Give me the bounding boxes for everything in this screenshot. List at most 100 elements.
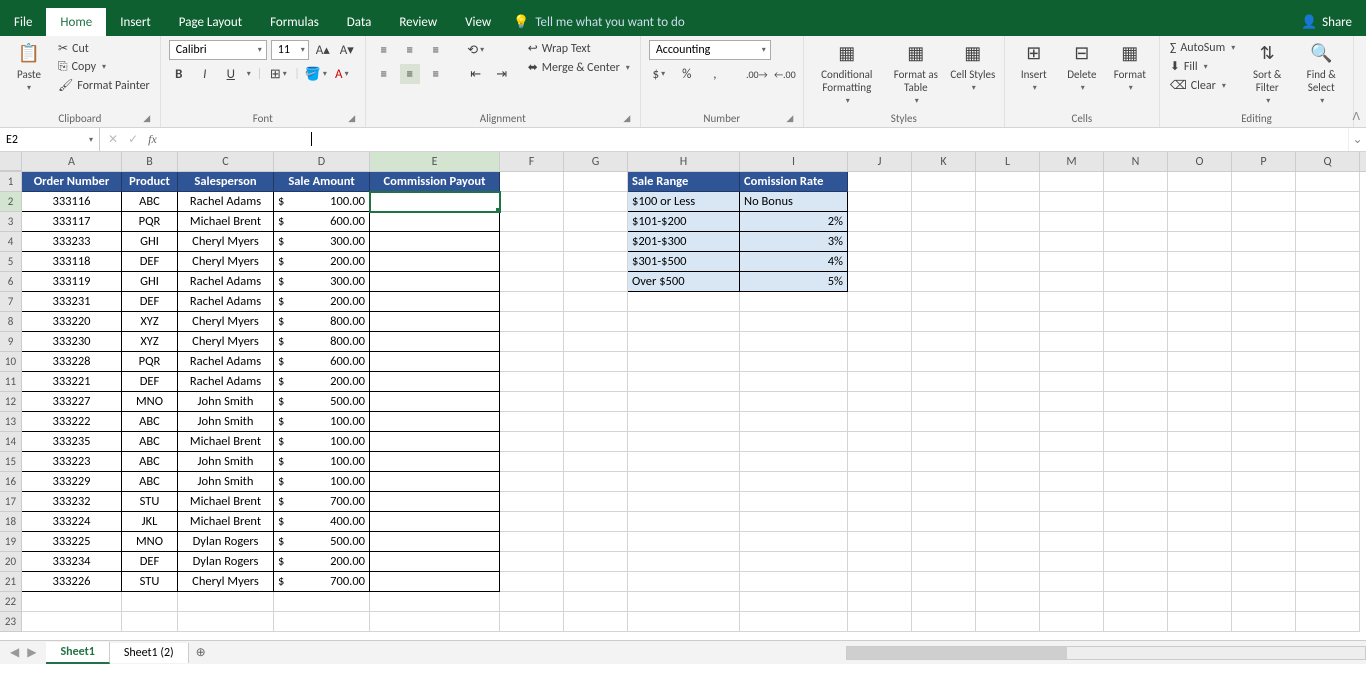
cell-J20[interactable] xyxy=(848,552,912,572)
cell-product-3[interactable]: PQR xyxy=(122,212,178,232)
cell-M16[interactable] xyxy=(1040,472,1104,492)
cell-commission-9[interactable] xyxy=(370,332,500,352)
cell-N16[interactable] xyxy=(1104,472,1168,492)
cell-F1[interactable] xyxy=(500,172,564,192)
cell-O15[interactable] xyxy=(1168,452,1232,472)
cell-M7[interactable] xyxy=(1040,292,1104,312)
find-select-button[interactable]: 🔍Find & Select xyxy=(1297,40,1345,106)
cell-O6[interactable] xyxy=(1168,272,1232,292)
cell-A22[interactable] xyxy=(22,592,122,612)
cell-salesperson-3[interactable]: Michael Brent xyxy=(178,212,274,232)
cell-F4[interactable] xyxy=(500,232,564,252)
format-cells-button[interactable]: ▦Format xyxy=(1109,40,1151,93)
cell-F14[interactable] xyxy=(500,432,564,452)
cell-L11[interactable] xyxy=(976,372,1040,392)
cell-L13[interactable] xyxy=(976,412,1040,432)
cell-K12[interactable] xyxy=(912,392,976,412)
cell-commission-13[interactable] xyxy=(370,412,500,432)
cell-K13[interactable] xyxy=(912,412,976,432)
cell-J11[interactable] xyxy=(848,372,912,392)
cell-G13[interactable] xyxy=(564,412,628,432)
align-top-icon[interactable]: ≡ xyxy=(374,40,394,60)
font-name-select[interactable]: Calibri xyxy=(169,40,267,60)
cell-L23[interactable] xyxy=(976,612,1040,632)
cell-O8[interactable] xyxy=(1168,312,1232,332)
cell-N13[interactable] xyxy=(1104,412,1168,432)
cell-M17[interactable] xyxy=(1040,492,1104,512)
align-center-icon[interactable]: ≡ xyxy=(400,64,420,84)
cell-I17[interactable] xyxy=(740,492,848,512)
cell-commission-8[interactable] xyxy=(370,312,500,332)
cell-commission-10[interactable] xyxy=(370,352,500,372)
cell-F9[interactable] xyxy=(500,332,564,352)
cell-G5[interactable] xyxy=(564,252,628,272)
cell-commission-16[interactable] xyxy=(370,472,500,492)
align-right-icon[interactable]: ≡ xyxy=(426,64,446,84)
cell-N11[interactable] xyxy=(1104,372,1168,392)
cell-H14[interactable] xyxy=(628,432,740,452)
cell-L18[interactable] xyxy=(976,512,1040,532)
cell-P16[interactable] xyxy=(1232,472,1296,492)
cell-L20[interactable] xyxy=(976,552,1040,572)
cell-order-7[interactable]: 333231 xyxy=(22,292,122,312)
name-box[interactable]: E2 xyxy=(0,128,100,151)
merge-center-button[interactable]: ⬌Merge & Center xyxy=(526,59,632,76)
cell-range-2[interactable]: $100 or Less xyxy=(628,192,740,212)
cell-O7[interactable] xyxy=(1168,292,1232,312)
row-header-6[interactable]: 6 xyxy=(0,272,22,292)
cell-H13[interactable] xyxy=(628,412,740,432)
cell-N18[interactable] xyxy=(1104,512,1168,532)
cell-L3[interactable] xyxy=(976,212,1040,232)
cell-H20[interactable] xyxy=(628,552,740,572)
header-E[interactable]: Commission Payout xyxy=(370,172,500,192)
cell-product-6[interactable]: GHI xyxy=(122,272,178,292)
cell-salesperson-16[interactable]: John Smith xyxy=(178,472,274,492)
cell-P14[interactable] xyxy=(1232,432,1296,452)
cell-salesperson-17[interactable]: Michael Brent xyxy=(178,492,274,512)
cell-I8[interactable] xyxy=(740,312,848,332)
cell-Q23[interactable] xyxy=(1296,612,1360,632)
cell-L2[interactable] xyxy=(976,192,1040,212)
cell-salesperson-19[interactable]: Dylan Rogers xyxy=(178,532,274,552)
cell-N23[interactable] xyxy=(1104,612,1168,632)
cell-salesperson-11[interactable]: Rachel Adams xyxy=(178,372,274,392)
cell-commission-11[interactable] xyxy=(370,372,500,392)
cell-amount-16[interactable]: $100.00 xyxy=(274,472,370,492)
cell-salesperson-4[interactable]: Cheryl Myers xyxy=(178,232,274,252)
cell-P1[interactable] xyxy=(1232,172,1296,192)
accounting-format-icon[interactable]: $ xyxy=(649,64,669,84)
align-bottom-icon[interactable]: ≡ xyxy=(426,40,446,60)
cell-order-14[interactable]: 333235 xyxy=(22,432,122,452)
cell-salesperson-2[interactable]: Rachel Adams xyxy=(178,192,274,212)
row-header-20[interactable]: 20 xyxy=(0,552,22,572)
cell-order-20[interactable]: 333234 xyxy=(22,552,122,572)
cell-amount-3[interactable]: $600.00 xyxy=(274,212,370,232)
copy-button[interactable]: ⎘Copy xyxy=(56,59,152,75)
cell-I21[interactable] xyxy=(740,572,848,592)
tab-insert[interactable]: Insert xyxy=(106,8,165,36)
cell-N4[interactable] xyxy=(1104,232,1168,252)
expand-formula-bar-icon[interactable]: ⌄ xyxy=(1348,128,1366,151)
cell-J14[interactable] xyxy=(848,432,912,452)
cell-I22[interactable] xyxy=(740,592,848,612)
cell-D22[interactable] xyxy=(274,592,370,612)
cell-K18[interactable] xyxy=(912,512,976,532)
cell-H8[interactable] xyxy=(628,312,740,332)
number-dialog-launcher[interactable]: ◢ xyxy=(785,113,795,123)
col-header-B[interactable]: B xyxy=(122,152,178,171)
cell-G22[interactable] xyxy=(564,592,628,612)
cell-L8[interactable] xyxy=(976,312,1040,332)
cell-G8[interactable] xyxy=(564,312,628,332)
cell-O18[interactable] xyxy=(1168,512,1232,532)
row-header-17[interactable]: 17 xyxy=(0,492,22,512)
cell-K8[interactable] xyxy=(912,312,976,332)
cell-J17[interactable] xyxy=(848,492,912,512)
cell-J19[interactable] xyxy=(848,532,912,552)
cell-G3[interactable] xyxy=(564,212,628,232)
cell-O12[interactable] xyxy=(1168,392,1232,412)
cell-O4[interactable] xyxy=(1168,232,1232,252)
cell-I23[interactable] xyxy=(740,612,848,632)
increase-indent-icon[interactable]: ⇥ xyxy=(492,64,512,84)
cell-product-4[interactable]: GHI xyxy=(122,232,178,252)
cell-M21[interactable] xyxy=(1040,572,1104,592)
